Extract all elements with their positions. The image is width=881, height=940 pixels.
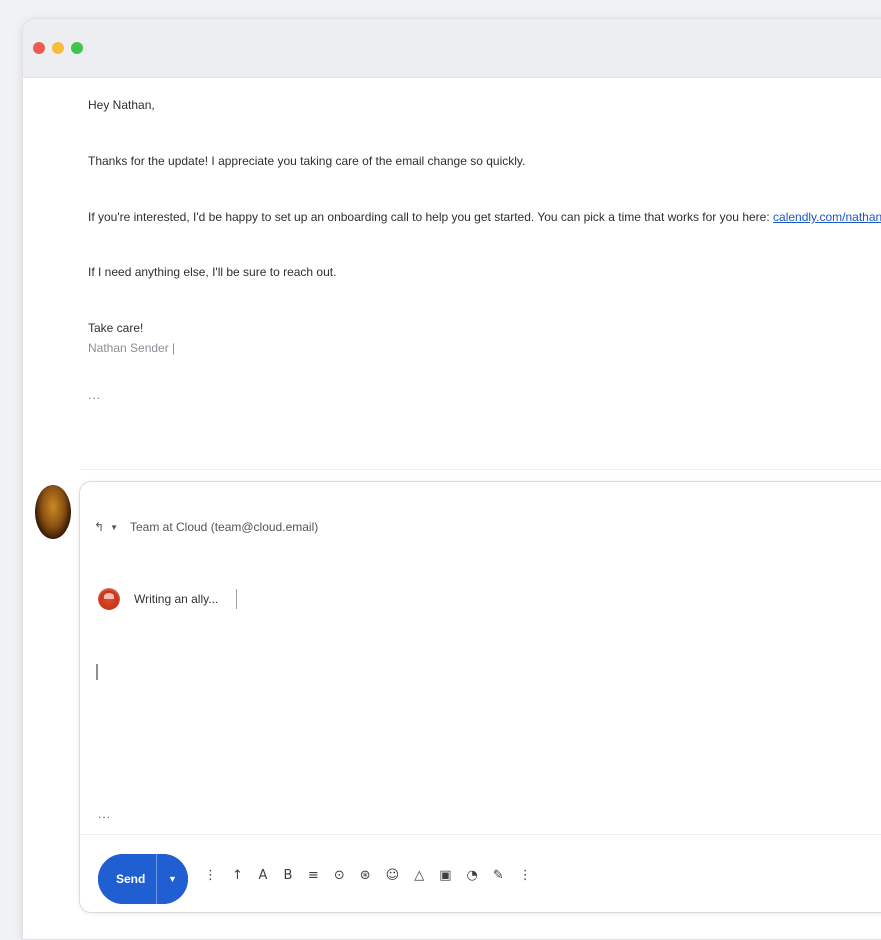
message-line-text: If you're interested, I'd be happy to se… [88, 210, 770, 224]
minimize-window-button[interactable] [52, 42, 64, 54]
reply-header[interactable]: ↰ ▼ Team at Cloud (team@cloud.email) [94, 520, 318, 534]
avatar [35, 485, 71, 539]
reply-compose: ↰ ▼ Team at Cloud (team@cloud.email) Wri… [79, 481, 881, 913]
message-closing: Take care! [88, 321, 144, 335]
ai-status-text: Writing an ally... [134, 592, 219, 606]
text-size-icon[interactable]: ↑ [232, 868, 243, 883]
reply-icon[interactable]: ↰ [94, 520, 104, 534]
emoji-icon[interactable]: ☺ [386, 868, 400, 883]
formatting-toolbar: ⋮ ↑ A B ≡ ⊙ ⊛ ☺ △ ▣ ◔ ✎ ⋮ [204, 868, 532, 883]
send-options-chevron-icon[interactable]: ▼ [156, 854, 188, 904]
calendly-link[interactable]: calendly.com/nathan [773, 210, 881, 224]
chevron-down-icon[interactable]: ▼ [110, 523, 118, 532]
message-line: If I need anything else, I'll be sure to… [88, 265, 337, 279]
message-greeting: Hey Nathan, [88, 98, 155, 112]
recipient-field[interactable]: Team at Cloud (team@cloud.email) [130, 520, 318, 534]
toolbar-divider [80, 834, 881, 835]
attach-icon[interactable]: ⊙ [334, 868, 345, 883]
show-trimmed-content-button[interactable]: ... [88, 387, 101, 403]
app-window: Hey Nathan, Thanks for the update! I app… [22, 18, 881, 940]
thread-divider [81, 469, 881, 470]
more-options-icon[interactable]: ⋮ [519, 868, 532, 883]
show-quoted-text-button[interactable]: ... [98, 807, 111, 821]
drive-icon[interactable]: △ [414, 868, 424, 883]
signature-icon[interactable]: ✎ [493, 868, 504, 883]
photo-icon[interactable]: ▣ [439, 868, 451, 883]
ai-text-cursor [236, 589, 238, 609]
send-button-group: Send ▼ [98, 854, 188, 904]
link-icon[interactable]: ⊛ [360, 868, 371, 883]
insert-image-icon[interactable]: ⋮ [204, 868, 217, 883]
message-line: Thanks for the update! I appreciate you … [88, 154, 526, 168]
message-signature: Nathan Sender | [88, 341, 176, 355]
lock-icon[interactable]: ◔ [466, 868, 477, 883]
send-button[interactable]: Send [98, 854, 156, 904]
message-line: If you're interested, I'd be happy to se… [88, 209, 881, 225]
title-bar [23, 19, 881, 78]
align-icon[interactable]: ≡ [308, 868, 319, 883]
bold-icon[interactable]: B [283, 868, 293, 883]
zoom-window-button[interactable] [71, 42, 83, 54]
close-window-button[interactable] [33, 42, 45, 54]
ai-assistant-icon [98, 588, 120, 610]
ai-assist-row: Writing an ally... [98, 588, 238, 610]
compose-body-cursor[interactable] [96, 664, 98, 680]
underline-icon[interactable]: A [258, 868, 268, 883]
